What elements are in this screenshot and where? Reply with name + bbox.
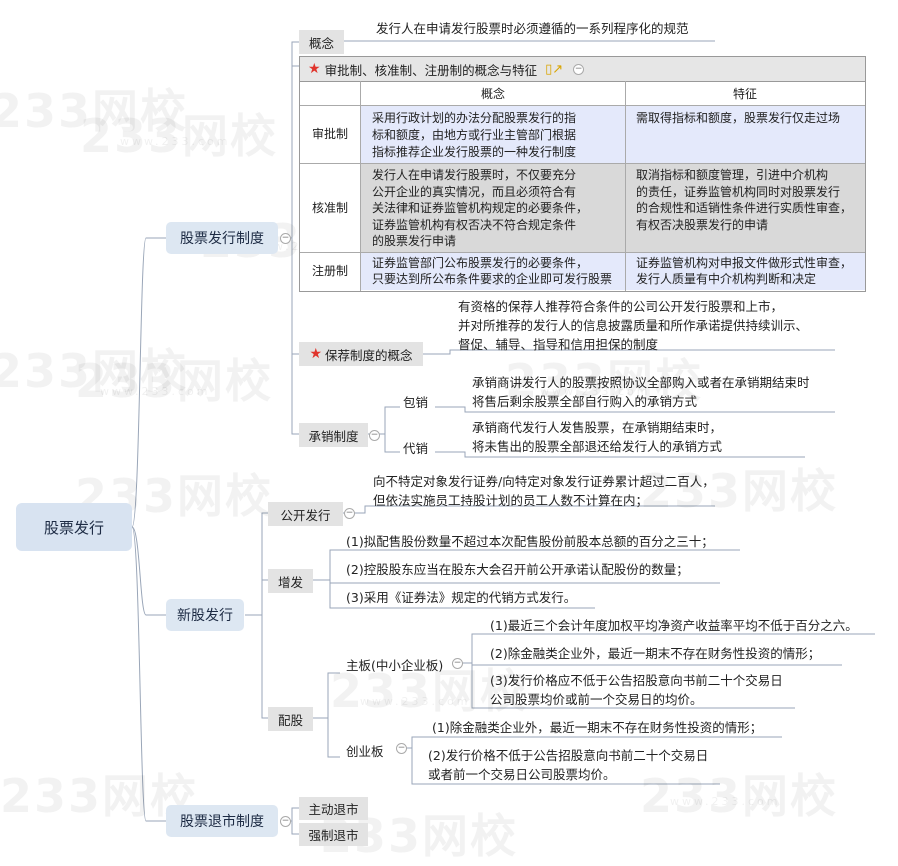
node-stock-issuance-system[interactable]: 股票发行制度 [166,222,278,254]
table-cell: 发行人在申请发行股票时，不仅要充分 公开企业的真实情况，而且必须符合有 关法律和… [372,168,589,248]
node-public-offering[interactable]: 公开发行 [268,502,343,526]
thumb-icon: ▯↗ [545,61,564,77]
table-cell: 证券监管部门公布股票发行的必要条件， 只要达到所公布条件要求的企业即可发行股票 [372,256,613,286]
sponsor-text: 有资格的保荐人推荐符合条件的公司公开发行股票和上市， 并对所推荐的发行人的信息披… [458,299,809,352]
main-board-item: (1)最近三个会计年度加权平均净资产收益率平均不低于百分之六。 [490,618,858,633]
collapse-icon[interactable]: − [280,233,291,244]
collapse-icon[interactable]: − [344,508,355,519]
node-voluntary-delisting[interactable]: 主动退市 [299,797,368,820]
node-underwriting[interactable]: 承销制度 [299,423,368,447]
firm-underwriting-text: 承销商讲发行人的股票按照协议全部购入或者在承销期结束时 将售后剩余股票全部自行购… [472,375,810,409]
public-offering-text: 向不特定对象发行证券/向特定对象发行证券累计超过二百人， 但依法实施员工持股计划… [373,474,715,508]
chinext-item: (1)除金融类企业外，最近一期末不存在财务性投资的情形； [432,720,763,735]
node-rights-issue[interactable]: 配股 [268,707,313,731]
concept-text: 发行人在申请发行股票时必须遵循的一系列程序化的规范 [376,21,689,36]
node-new-issue[interactable]: 新股发行 [166,599,244,631]
table-title: 审批制、核准制、注册制的概念与特征 [324,62,538,78]
node-additional-offering[interactable]: 增发 [268,569,313,593]
main-board-item: (3)发行价格应不低于公告招股意向书前二十个交易日 公司股票均价或前一个交易日的… [490,673,783,707]
node-firm-underwriting[interactable]: 包销 [403,392,428,411]
table-cell: 采用行政计划的办法分配股票发行的指 标和额度，由地方或行业主管部门根据 指标推荐… [372,111,577,159]
column-header: 特征 [732,87,757,101]
table-cell: 需取得指标和额度，股票发行仅走过场 [636,111,841,125]
node-best-efforts[interactable]: 代销 [403,438,428,457]
collapse-icon[interactable]: − [573,63,585,75]
chinext-item: (2)发行价格不低于公告招股意向书前二十个交易日 或者前一个交易日公司股票均价。 [428,748,709,782]
root-node[interactable]: 股票发行 [16,503,132,551]
node-chinext[interactable]: 创业板 [346,741,384,760]
additional-item: (2)控股股东应当在股东大会召开前公开承诺认配股份的数量； [346,562,689,577]
star-icon: ★ [309,346,323,362]
collapse-icon[interactable]: − [280,816,291,827]
table-row-label: 注册制 [311,264,348,278]
additional-item: (3)采用《证券法》规定的代销方式发行。 [346,590,577,605]
column-header: 概念 [480,87,505,101]
main-board-item: (2)除金融类企业外，最近一期末不存在财务性投资的情形； [490,646,821,661]
star-icon: ★ [308,61,321,77]
table-cell: 取消指标和额度管理，引进中介机构 的责任，证券监管机构同时对股票发行 的合规性和… [636,168,853,232]
table-cell: 证券监管机构对申报文件做形式性审查， 发行人质量有中介机构判断和决定 [636,256,853,286]
best-efforts-text: 承销商代发行人发售股票，在承销期结束时， 将未售出的股票全部退还给发行人的承销方… [472,420,723,454]
comparison-table: ★ 审批制、核准制、注册制的概念与特征 ▯↗ − 概念 特征 审批制 采用行政计… [299,56,866,292]
table-title-bar[interactable]: ★ 审批制、核准制、注册制的概念与特征 ▯↗ − [300,57,865,82]
collapse-icon[interactable]: − [396,743,407,754]
node-delisting-system[interactable]: 股票退市制度 [166,805,278,837]
node-main-board[interactable]: 主板(中小企业板) [346,655,443,674]
table-row-label: 审批制 [311,127,348,141]
additional-item: (1)拟配售股份数量不超过本次配售股份前股本总额的百分之三十； [346,534,714,549]
collapse-icon[interactable]: − [452,658,463,669]
collapse-icon[interactable]: − [369,430,380,441]
node-compulsory-delisting[interactable]: 强制退市 [299,823,368,846]
table-row-label: 核准制 [311,200,348,215]
node-concept[interactable]: 概念 [299,30,344,54]
node-sponsor-concept[interactable]: ★ 保荐制度的概念 [299,342,423,366]
